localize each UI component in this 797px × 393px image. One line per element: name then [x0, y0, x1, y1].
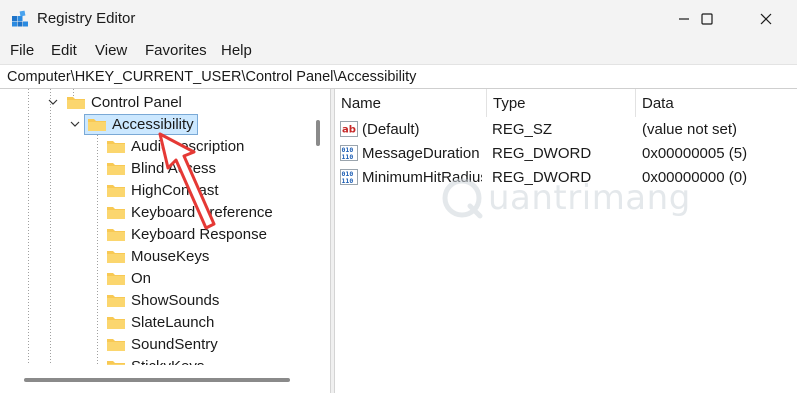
watermark: uantrimang	[440, 176, 691, 220]
tree-item-label: SlateLaunch	[131, 313, 215, 331]
title-bar: Registry Editor	[0, 0, 797, 38]
menu-edit[interactable]: Edit	[51, 42, 77, 59]
address-path[interactable]: Computer\HKEY_CURRENT_USER\Control Panel…	[7, 69, 416, 85]
tree-item-label: Control Panel	[91, 93, 182, 111]
tree-item-label: HighContrast	[131, 181, 219, 199]
tree-item-label: SoundSentry	[131, 335, 218, 353]
watermark-logo-icon	[442, 178, 483, 219]
folder-icon	[107, 229, 125, 241]
value-name-cell: 010 110 MessageDuration	[340, 141, 485, 165]
column-header-type[interactable]: Type	[487, 89, 635, 117]
value-type-cell: REG_DWORD	[492, 144, 592, 162]
folder-icon	[107, 207, 125, 219]
menu-view[interactable]: View	[95, 42, 127, 59]
tree-item-label: Keyboard Response	[131, 225, 267, 243]
column-header-name[interactable]: Name	[335, 89, 486, 117]
binary-value-icon: 010 110	[340, 145, 358, 161]
value-name-cell: ab (Default)	[340, 117, 485, 141]
tree-item-accessibility[interactable]: Accessibility	[70, 113, 198, 135]
tree-item-blind-access[interactable]: Blind Access	[106, 157, 216, 179]
maximize-button[interactable]	[684, 0, 730, 38]
tree-item-label: MouseKeys	[131, 247, 210, 265]
chevron-down-icon[interactable]	[48, 97, 58, 107]
value-data-cell: (value not set)	[642, 120, 738, 138]
maximize-icon	[701, 13, 713, 25]
tree-horizontal-scroll-thumb[interactable]	[24, 378, 290, 382]
tree-item-highcontrast[interactable]: HighContrast	[106, 179, 219, 201]
tree-item-label: ShowSounds	[131, 291, 220, 309]
selected-key-highlight[interactable]: Accessibility	[84, 113, 198, 135]
window-title: Registry Editor	[37, 10, 136, 27]
folder-icon	[88, 119, 106, 131]
folder-icon	[107, 273, 125, 285]
binary-value-icon: 010 110	[340, 169, 358, 185]
tree-item-label: Accessibility	[112, 115, 194, 133]
menu-favorites[interactable]: Favorites	[145, 42, 207, 59]
svg-text:110: 110	[342, 177, 354, 185]
value-type-cell: REG_SZ	[492, 120, 553, 138]
close-button[interactable]	[743, 0, 789, 38]
tree-item-label: On	[131, 269, 152, 287]
folder-icon	[107, 251, 125, 263]
tree-item-label: Blind Access	[131, 159, 217, 177]
tree-item-audiodescription[interactable]: AudioDescription	[106, 135, 244, 157]
folder-icon	[107, 163, 125, 175]
key-tree-pane: Control Panel Accessibility AudioDescrip…	[0, 89, 330, 393]
tree-item-slatelaunch[interactable]: SlateLaunch	[106, 311, 214, 333]
tree-item-control-panel[interactable]: Control Panel	[48, 91, 182, 113]
tree-item-soundsentry[interactable]: SoundSentry	[106, 333, 218, 355]
values-list-pane: Name Type Data ab (Default) REG_SZ (valu…	[335, 89, 797, 393]
svg-text:110: 110	[342, 153, 354, 161]
tree-item-on[interactable]: On	[106, 267, 151, 289]
folder-icon	[67, 97, 85, 109]
folder-icon	[107, 141, 125, 153]
value-row-messageduration[interactable]: 010 110 MessageDuration REG_DWORD 0x0000…	[335, 141, 797, 165]
tree-item-keyboard-response[interactable]: Keyboard Response	[106, 223, 267, 245]
folder-icon	[107, 185, 125, 197]
menu-help[interactable]: Help	[221, 42, 252, 59]
folder-icon	[107, 339, 125, 351]
chevron-down-icon[interactable]	[70, 119, 80, 129]
folder-icon	[107, 295, 125, 307]
value-name: MessageDuration	[362, 144, 480, 162]
tree-vertical-scroll-thumb[interactable]	[316, 120, 320, 146]
watermark-text: uantrimang	[488, 178, 691, 218]
tree-item-label: Keyboard Preference	[131, 203, 273, 221]
value-name: (Default)	[362, 120, 420, 138]
tree-item-label: AudioDescription	[131, 137, 245, 155]
registry-editor-app-icon	[12, 10, 28, 27]
close-icon	[760, 13, 772, 25]
tree-item-showsounds[interactable]: ShowSounds	[106, 289, 219, 311]
svg-text:ab: ab	[342, 125, 356, 136]
column-header-data[interactable]: Data	[636, 89, 797, 117]
menu-file[interactable]: File	[10, 42, 34, 59]
value-row-default[interactable]: ab (Default) REG_SZ (value not set)	[335, 117, 797, 141]
tree-item-mousekeys[interactable]: MouseKeys	[106, 245, 209, 267]
value-data-cell: 0x00000005 (5)	[642, 144, 748, 162]
menu-bar: File Edit View Favorites Help	[0, 38, 797, 64]
address-bar[interactable]: Computer\HKEY_CURRENT_USER\Control Panel…	[0, 64, 797, 89]
folder-icon	[107, 317, 125, 329]
string-value-icon: ab	[340, 121, 358, 137]
tree-item-keyboard-preference[interactable]: Keyboard Preference	[106, 201, 273, 223]
